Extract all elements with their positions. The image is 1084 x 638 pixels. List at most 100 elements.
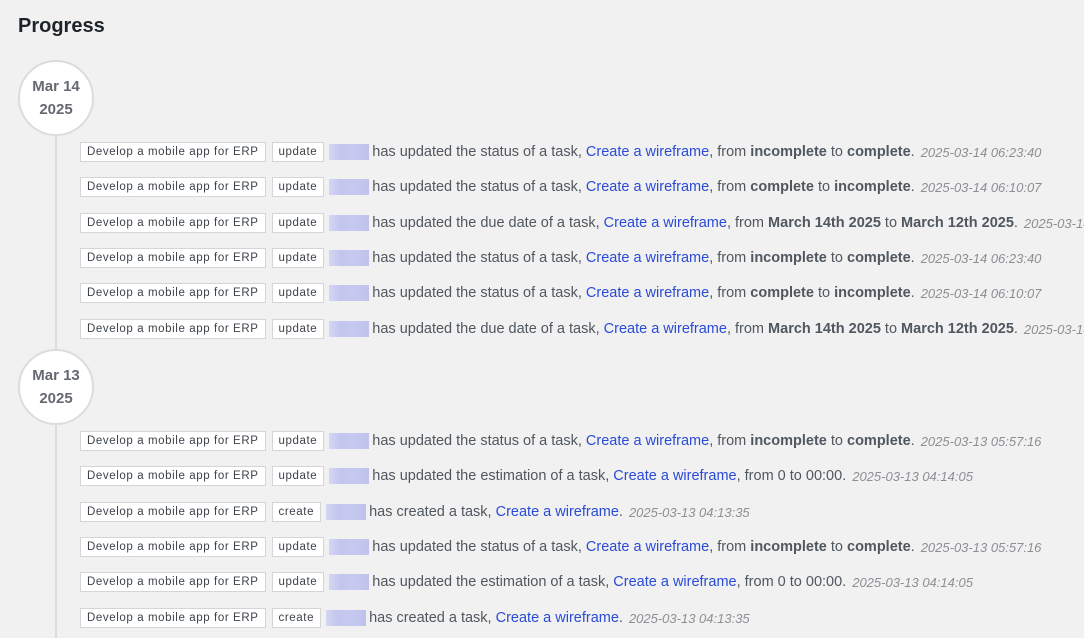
date-marker: Mar 14 2025 (18, 60, 94, 136)
to-value: incomplete (834, 179, 911, 195)
activity-row: Develop a mobile app for ERP update has … (80, 248, 1041, 268)
activity-row: Develop a mobile app for ERP update has … (80, 572, 973, 592)
timestamp: 2025-03-13 04:14:05 (852, 574, 973, 590)
project-tag[interactable]: Develop a mobile app for ERP (80, 572, 266, 592)
activity-row: Develop a mobile app for ERP update has … (80, 213, 1084, 233)
project-tag[interactable]: Develop a mobile app for ERP (80, 537, 266, 557)
project-tag[interactable]: Develop a mobile app for ERP (80, 431, 266, 451)
activity-text: has updated the status of a task, (372, 285, 582, 301)
user-avatar (329, 179, 370, 195)
task-link[interactable]: Create a wireframe (613, 574, 736, 590)
project-tag[interactable]: Develop a mobile app for ERP (80, 213, 266, 233)
from-value: incomplete (750, 144, 827, 160)
user-avatar (326, 610, 367, 626)
task-link[interactable]: Create a wireframe (496, 610, 619, 626)
project-tag[interactable]: Develop a mobile app for ERP (80, 142, 266, 162)
task-link[interactable]: Create a wireframe (604, 215, 727, 231)
activity-to-word: to (830, 250, 843, 266)
task-link[interactable]: Create a wireframe (604, 321, 727, 337)
task-link[interactable]: Create a wireframe (586, 285, 709, 301)
task-link[interactable]: Create a wireframe (613, 468, 736, 484)
action-tag: update (271, 319, 325, 339)
activity-to-word: to (884, 215, 898, 231)
activity-text: has updated the status of a task, (372, 539, 582, 555)
activity-to-word: to (818, 285, 831, 301)
activity-row: Develop a mobile app for ERP create has … (80, 608, 750, 628)
user-avatar (326, 504, 367, 520)
project-tag[interactable]: Develop a mobile app for ERP (80, 466, 266, 486)
user-avatar (329, 285, 370, 301)
project-tag[interactable]: Develop a mobile app for ERP (80, 319, 266, 339)
action-tag: create (271, 608, 322, 628)
from-value: March 14th 2025 (768, 215, 881, 231)
activity-row: Develop a mobile app for ERP create has … (80, 502, 750, 522)
task-link[interactable]: Create a wireframe (586, 179, 709, 195)
activity-end: . (910, 250, 915, 266)
date-marker: Mar 13 2025 (18, 349, 94, 425)
action-tag: update (271, 431, 325, 451)
project-tag[interactable]: Develop a mobile app for ERP (80, 177, 266, 197)
task-link[interactable]: Create a wireframe (586, 250, 709, 266)
task-link[interactable]: Create a wireframe (496, 504, 619, 520)
action-tag: create (271, 502, 322, 522)
activity-mid: , from 0 to 00:00. (736, 468, 847, 484)
user-avatar (329, 144, 370, 160)
from-value: incomplete (750, 250, 827, 266)
activity-to-word: to (884, 321, 898, 337)
task-link[interactable]: Create a wireframe (586, 433, 709, 449)
activity-mid: . (618, 504, 623, 520)
activity-text: has updated the status of a task, (372, 144, 582, 160)
project-tag[interactable]: Develop a mobile app for ERP (80, 502, 266, 522)
timestamp: 2025-03-13 05:57:16 (920, 539, 1042, 555)
task-link[interactable]: Create a wireframe (586, 539, 709, 555)
date-month-day: Mar 14 (32, 78, 80, 95)
timestamp: 2025-03-13 04:14:05 (852, 468, 973, 484)
task-link[interactable]: Create a wireframe (586, 144, 709, 160)
activity-text: has updated the status of a task, (372, 433, 582, 449)
action-tag: update (271, 283, 325, 303)
user-avatar (329, 250, 370, 266)
project-tag[interactable]: Develop a mobile app for ERP (80, 283, 266, 303)
activity-page: Progress Mar 14 2025 Develop a mobile ap… (0, 0, 1084, 638)
timestamp: 2025-03-14 06:09:55 (1023, 321, 1084, 337)
date-year: 2025 (39, 390, 73, 407)
activity-text: has updated the due date of a task, (372, 215, 600, 231)
to-value: March 12th 2025 (901, 321, 1014, 337)
project-tag[interactable]: Develop a mobile app for ERP (80, 608, 266, 628)
timestamp: 2025-03-14 06:23:40 (920, 144, 1042, 160)
activity-mid: , from (709, 250, 747, 266)
action-tag: update (271, 466, 325, 486)
activity-mid: , from (709, 539, 747, 555)
action-tag: update (271, 177, 325, 197)
activity-to-word: to (818, 179, 831, 195)
activity-mid: , from 0 to 00:00. (736, 574, 847, 590)
timestamp: 2025-03-13 04:13:35 (628, 610, 750, 626)
timestamp: 2025-03-14 06:10:07 (920, 179, 1042, 195)
timestamp: 2025-03-13 05:57:16 (920, 433, 1042, 449)
from-value: incomplete (750, 433, 827, 449)
activity-end: . (910, 285, 915, 301)
timestamp: 2025-03-13 04:13:35 (628, 504, 750, 520)
timestamp: 2025-03-14 06:23:40 (920, 250, 1042, 266)
to-value: complete (847, 144, 911, 160)
activity-text: has updated the estimation of a task, (372, 468, 610, 484)
activity-text: has updated the status of a task, (372, 250, 582, 266)
activity-mid: , from (726, 215, 765, 231)
activity-end: . (1013, 215, 1018, 231)
to-value: March 12th 2025 (901, 215, 1014, 231)
activity-end: . (910, 144, 915, 160)
timestamp: 2025-03-14 06:09:55 (1023, 215, 1084, 231)
action-tag: update (271, 213, 325, 233)
activity-row: Develop a mobile app for ERP update has … (80, 466, 973, 486)
from-value: complete (750, 285, 814, 301)
to-value: complete (847, 433, 911, 449)
activity-end: . (910, 539, 915, 555)
activity-text: has created a task, (369, 504, 492, 520)
activity-mid: , from (709, 433, 747, 449)
activity-end: . (910, 433, 915, 449)
activity-to-word: to (830, 144, 843, 160)
activity-to-word: to (830, 539, 843, 555)
activity-text: has updated the due date of a task, (372, 321, 600, 337)
user-avatar (329, 574, 370, 590)
project-tag[interactable]: Develop a mobile app for ERP (80, 248, 266, 268)
